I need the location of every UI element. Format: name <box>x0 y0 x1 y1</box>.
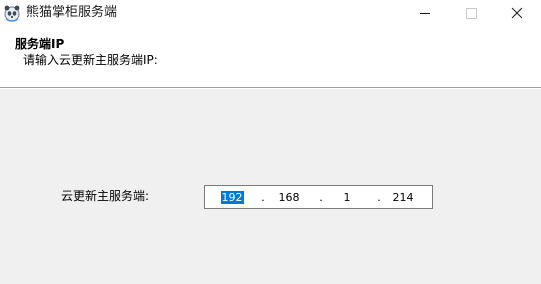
page-subtitle: 请输入云更新主服务端IP: <box>23 53 158 67</box>
title-bar[interactable]: 熊猫掌柜服务端 <box>0 0 541 27</box>
page-title: 服务端IP <box>15 37 65 51</box>
header-divider-highlight <box>0 88 541 89</box>
ip-octet-1[interactable]: 192 <box>220 190 244 205</box>
server-ip-label: 云更新主服务端: <box>61 189 150 203</box>
close-button[interactable] <box>494 0 540 27</box>
ip-separator: . <box>377 191 381 204</box>
ip-octet-2[interactable]: 168 <box>277 190 301 205</box>
maximize-button[interactable] <box>448 0 494 27</box>
panda-app-icon <box>3 4 21 22</box>
window-title: 熊猫掌柜服务端 <box>26 5 118 20</box>
ip-octet-1-selected: 192 <box>220 191 244 204</box>
wizard-header: 服务端IP 请输入云更新主服务端IP: <box>0 27 541 87</box>
ip-octet-3[interactable]: 1 <box>337 190 357 205</box>
ip-address-input[interactable]: 192 . 168 . 1 . 214 <box>204 185 433 209</box>
ip-octet-4[interactable]: 214 <box>391 190 415 205</box>
ip-separator: . <box>261 191 265 204</box>
minimize-button[interactable] <box>402 0 448 27</box>
installer-window: 熊猫掌柜服务端 服务端IP 请输入云更新主服务端IP: 云更新主服务端: 192… <box>0 0 541 284</box>
ip-separator: . <box>319 191 323 204</box>
